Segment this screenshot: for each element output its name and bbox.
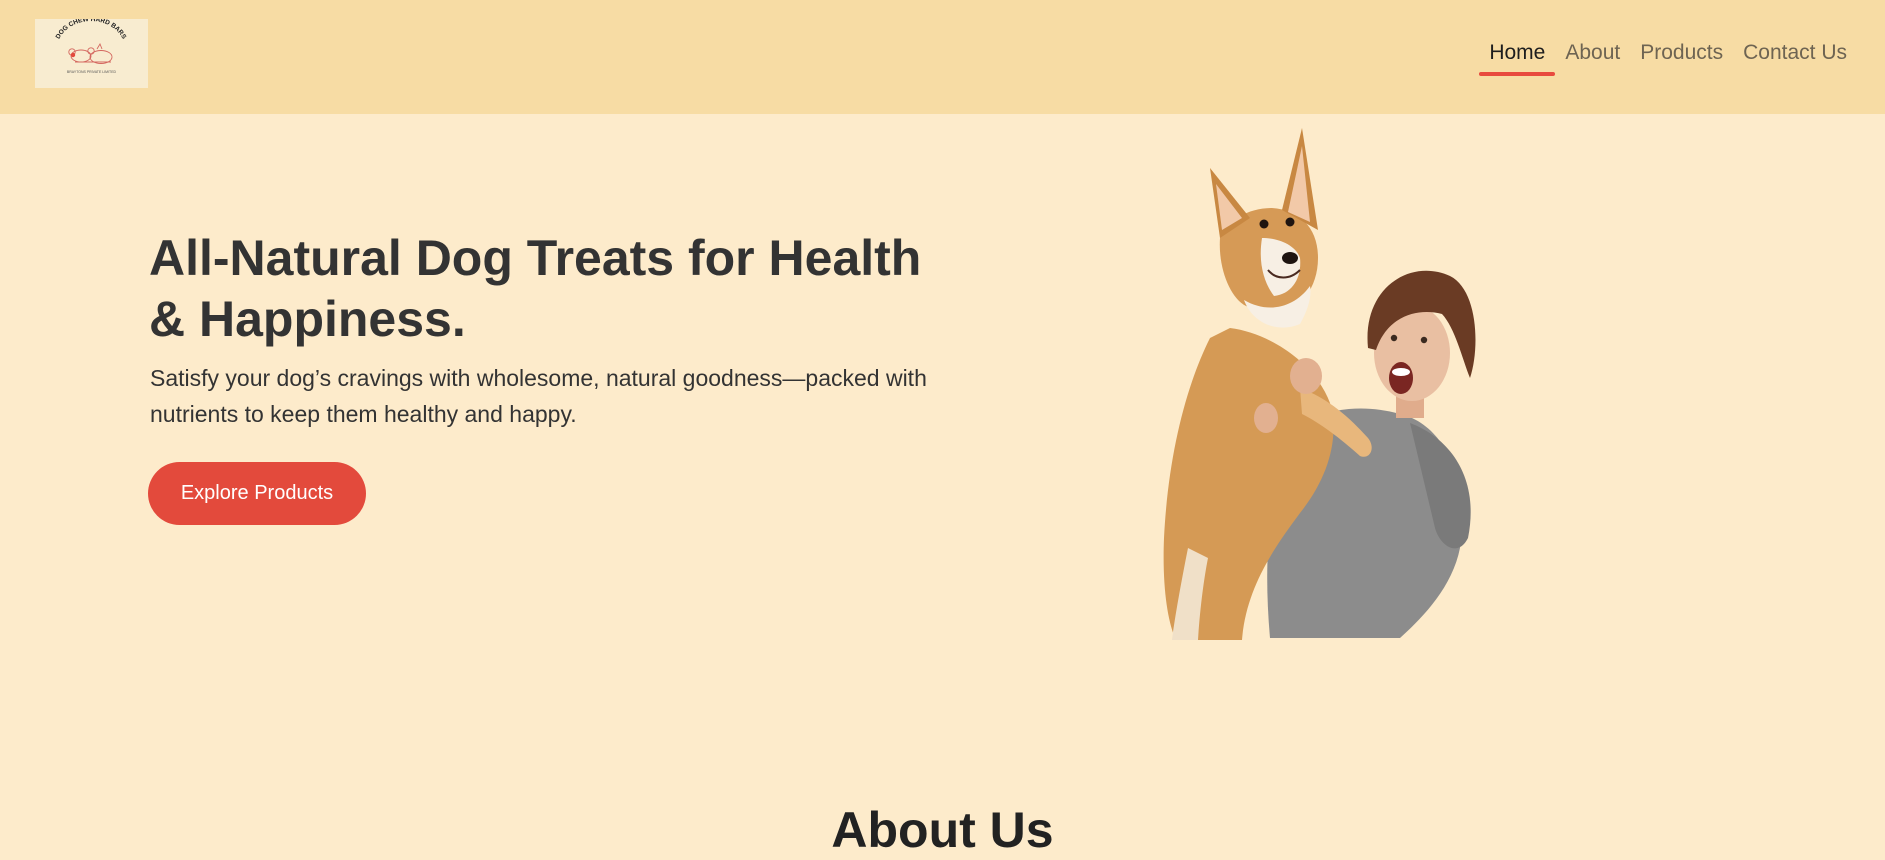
- svg-text:DOG CHEW HARD BARS: DOG CHEW HARD BARS: [55, 19, 128, 41]
- hero-subtitle: Satisfy your dog’s cravings with wholeso…: [150, 365, 927, 427]
- main-nav: Home About Products Contact Us: [1479, 40, 1857, 76]
- logo-subtext: BRAYTONS PRIVATE LIMITED: [67, 70, 117, 74]
- nav-about-link[interactable]: About: [1555, 40, 1630, 65]
- site-header: DOG CHEW HARD BARS BRAYTONS PRIVATE LIMI…: [0, 0, 1885, 114]
- explore-products-button[interactable]: Explore Products: [148, 462, 366, 525]
- about-section-title: About Us: [831, 802, 1054, 858]
- dogs-illustration-icon: [68, 42, 113, 64]
- hero-image: [1150, 118, 1580, 640]
- logo-illustration: DOG CHEW HARD BARS BRAYTONS PRIVATE LIMI…: [55, 19, 128, 74]
- nav-contact-link[interactable]: Contact Us: [1733, 40, 1857, 65]
- hero-title: All-Natural Dog Treats for Health & Happ…: [149, 230, 922, 347]
- woman-holding-corgi-icon: [1163, 128, 1476, 640]
- brand-logo[interactable]: DOG CHEW HARD BARS BRAYTONS PRIVATE LIMI…: [35, 19, 148, 88]
- nav-home-link[interactable]: Home: [1479, 40, 1556, 76]
- logo-text: DOG CHEW HARD BARS: [55, 19, 128, 41]
- nav-products-link[interactable]: Products: [1630, 40, 1733, 65]
